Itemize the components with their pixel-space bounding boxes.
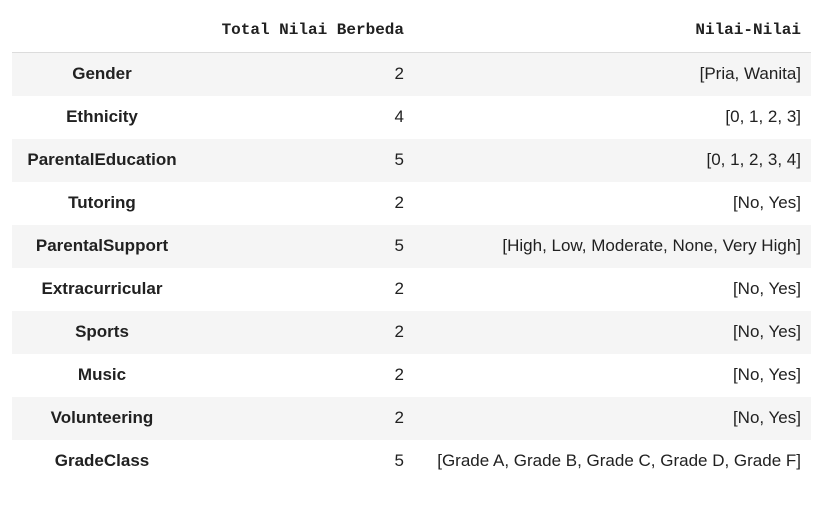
distinct-count-cell: 2 xyxy=(394,408,404,427)
values-cell: [Grade A, Grade B, Grade C, Grade D, Gra… xyxy=(437,451,801,470)
row-label: Gender xyxy=(72,64,132,84)
values-cell: [No, Yes] xyxy=(732,322,801,341)
table-row: Gender 2 [Pria, Wanita] xyxy=(12,52,811,96)
table-row: Music 2 [No, Yes] xyxy=(12,354,811,397)
table-row: Volunteering 2 [No, Yes] xyxy=(12,396,811,440)
distinct-count-cell: 4 xyxy=(394,107,404,126)
values-cell: [0, 1, 2, 3, 4] xyxy=(706,150,801,169)
values-cell: [No, Yes] xyxy=(732,365,801,384)
distinct-count-cell: 2 xyxy=(394,279,404,298)
row-label: GradeClass xyxy=(54,451,150,470)
values-cell: [Pria, Wanita] xyxy=(699,64,801,84)
table-row: ParentalEducation 5 [0, 1, 2, 3, 4] xyxy=(12,138,811,182)
row-label: Volunteering xyxy=(50,408,154,427)
table-row: Extracurricular 2 [No, Yes] xyxy=(12,268,811,311)
row-label: ParentalSupport xyxy=(35,236,169,255)
distinct-count-cell: 2 xyxy=(394,193,404,212)
distinct-count-cell: 2 xyxy=(394,365,404,384)
column-header-total-nilai-berbeda: Total Nilai Berbeda xyxy=(190,8,414,53)
row-label: Ethnicity xyxy=(66,107,138,126)
index-header xyxy=(12,8,190,53)
table-row: GradeClass 5 [Grade A, Grade B, Grade C,… xyxy=(12,440,811,483)
dataframe-output: Total Nilai Berbeda Nilai-Nilai Gender 2… xyxy=(0,0,823,523)
distinct-count-cell: 5 xyxy=(394,150,404,169)
distinct-count-cell: 2 xyxy=(394,322,404,341)
column-header-nilai-nilai: Nilai-Nilai xyxy=(414,8,811,53)
table-row: Sports 2 [No, Yes] xyxy=(12,310,811,354)
header-row: Total Nilai Berbeda Nilai-Nilai xyxy=(12,8,811,53)
row-label: Music xyxy=(77,365,127,384)
row-label: Tutoring xyxy=(68,193,136,212)
distinct-count-cell: 2 xyxy=(394,64,404,84)
row-label: ParentalEducation xyxy=(27,150,177,169)
table-row: ParentalSupport 5 [High, Low, Moderate, … xyxy=(12,224,811,268)
values-cell: [No, Yes] xyxy=(732,279,801,298)
values-cell: [0, 1, 2, 3] xyxy=(725,107,801,126)
table-row: Tutoring 2 [No, Yes] xyxy=(12,182,811,225)
distinct-count-cell: 5 xyxy=(394,236,404,255)
values-cell: [No, Yes] xyxy=(732,193,801,212)
values-cell: [No, Yes] xyxy=(732,408,801,427)
values-cell: [High, Low, Moderate, None, Very High] xyxy=(502,236,801,255)
row-label: Sports xyxy=(75,322,129,341)
row-label: Extracurricular xyxy=(41,279,163,298)
dataframe-table: Total Nilai Berbeda Nilai-Nilai Gender 2… xyxy=(12,8,811,483)
table-row: Ethnicity 4 [0, 1, 2, 3] xyxy=(12,96,811,139)
distinct-count-cell: 5 xyxy=(394,451,404,470)
